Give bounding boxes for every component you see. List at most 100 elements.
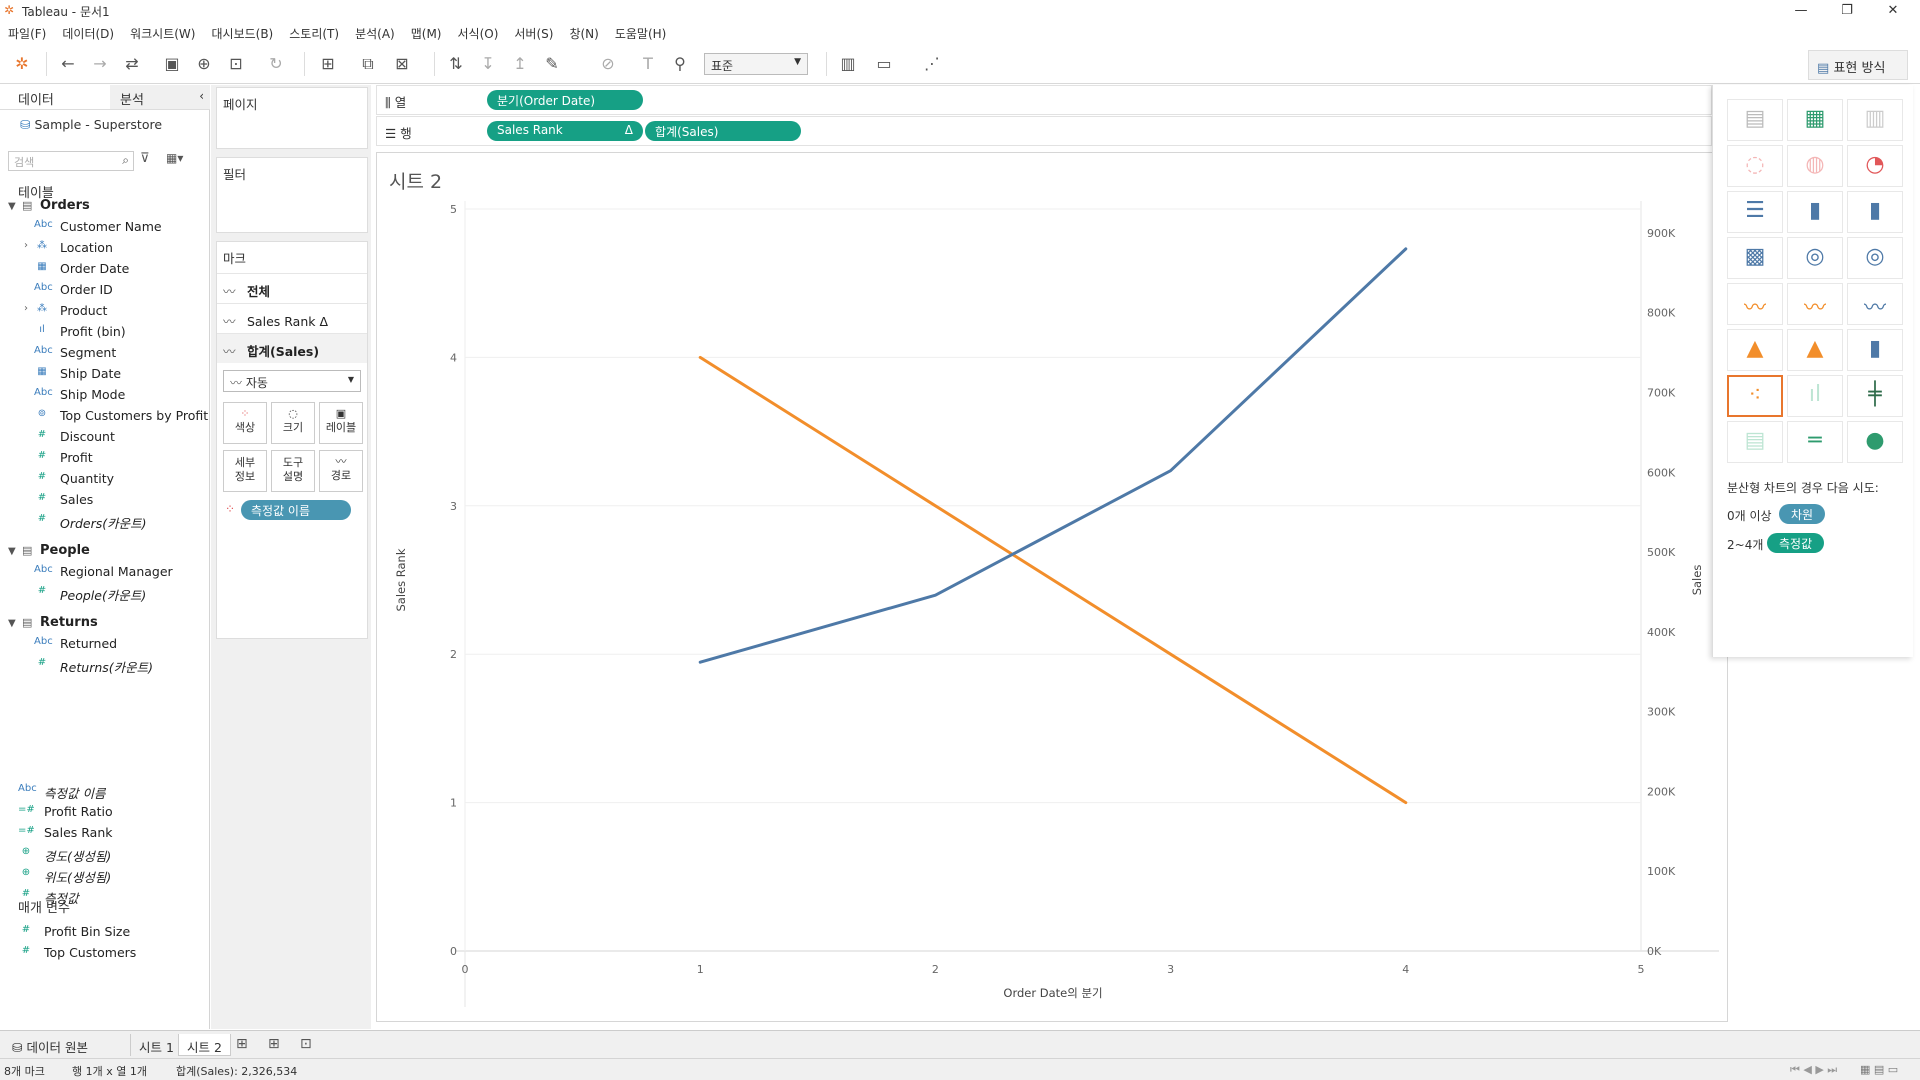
field-item[interactable]: ▦ Ship Date [34,365,204,385]
new-sheet-icon[interactable]: ⊞ [236,1036,248,1052]
field-item[interactable]: Abc Customer Name [34,218,204,238]
menu-item-0[interactable]: 파일(F) [0,22,54,42]
show-me-chart-option[interactable]: ◌ [1727,145,1783,187]
pause-updates-icon[interactable]: ⊡ [224,52,248,76]
filters-card[interactable]: 필터 [216,157,368,233]
chevron-right-icon[interactable]: › [24,240,28,251]
show-me-chart-option[interactable]: ıl [1787,375,1843,417]
field-item[interactable]: =# Profit Ratio [18,803,198,823]
path-button[interactable]: 〰 경로 [319,450,363,492]
show-me-chart-option[interactable]: ☰ [1727,191,1783,233]
field-item[interactable]: ⊚ Top Customers by Profit [34,407,208,427]
pages-card[interactable]: 페이지 [216,87,368,149]
show-me-chart-option[interactable]: ◍ [1787,145,1843,187]
field-item[interactable]: Abc Ship Mode [34,386,204,406]
tab-sheet-2[interactable]: 시트 2 [178,1034,231,1056]
quarter-order-date-pill[interactable]: 분기(Order Date) [487,90,643,110]
marks-row-sales-rank[interactable]: 〰 Sales Rank Δ [217,303,367,333]
replay-icon[interactable]: ⇄ [120,52,144,76]
field-item[interactable]: # Quantity [34,470,204,490]
close-icon[interactable]: ✕ [1870,0,1916,22]
search-input[interactable]: 검색 ⌕ [8,151,134,171]
menu-item-5[interactable]: 분석(A) [347,22,403,42]
presentation-icon[interactable]: ▭ [872,52,896,76]
duplicate-icon[interactable]: ⧉ [356,52,380,76]
new-datasource-icon[interactable]: ⊕ [192,52,216,76]
table-group-people[interactable]: ▼ ▤ People [8,543,90,558]
show-me-chart-option[interactable]: ◔ [1847,145,1903,187]
field-item[interactable]: Abc Order ID [34,281,204,301]
show-me-chart-option[interactable]: ▤ [1727,99,1783,141]
show-me-chart-option[interactable]: ╪ [1847,375,1903,417]
save-icon[interactable]: ▣ [160,52,184,76]
detail-button[interactable]: 세부 정보 [223,450,267,492]
line-chart[interactable]: 0123450K100K200K300K400K500K600K700K800K… [377,197,1727,1021]
parameter-item[interactable]: # Profit Bin Size [18,923,198,943]
marks-row-all[interactable]: 〰 전체 [217,273,367,303]
field-item[interactable]: Abc 측정값 이름 [18,782,198,802]
field-item[interactable]: ▦ Order Date [34,260,204,280]
menu-item-6[interactable]: 맵(M) [403,22,450,42]
menu-item-4[interactable]: 스토리(T) [281,22,347,42]
field-item[interactable]: ⁂ Location › [24,239,204,259]
show-cards-icon[interactable]: ▥ [836,52,860,76]
mark-type-select[interactable]: 〰 자동 ▼ [223,370,361,392]
field-item[interactable]: # Profit [34,449,204,469]
rows-shelf[interactable]: ☰ 행 Sales Rank Δ 합계(Sales) [376,116,1712,146]
show-me-chart-option[interactable]: ▮ [1787,191,1843,233]
tableau-home-icon[interactable]: ✲ [10,52,34,76]
show-me-button[interactable]: ▤ 표현 방식 [1808,50,1908,80]
show-me-chart-option[interactable]: ▥ [1847,99,1903,141]
new-worksheet-icon[interactable]: ⊞ [316,52,340,76]
tooltip-button[interactable]: 도구 설명 [271,450,315,492]
measure-names-pill[interactable]: 측정값 이름 [241,500,351,520]
table-group-orders[interactable]: ▼ ▤ Orders [8,198,90,213]
refresh-icon[interactable]: ↻ [264,52,288,76]
field-item[interactable]: Abc Returned [34,635,204,655]
field-item[interactable]: Abc Segment [34,344,204,364]
field-item[interactable]: # Returns(카운트) [34,656,204,676]
group-icon[interactable]: ⊘ [596,52,620,76]
show-me-chart-option[interactable]: ▮ [1847,191,1903,233]
field-item[interactable]: =# Sales Rank [18,824,198,844]
sales-rank-pill[interactable]: Sales Rank Δ [487,121,643,141]
field-item[interactable]: # Discount [34,428,204,448]
new-story-icon[interactable]: ⊡ [300,1036,312,1052]
tab-data[interactable]: 데이터 [8,85,108,109]
field-item[interactable]: Abc Regional Manager [34,563,204,583]
label-button[interactable]: ▣ 레이블 [319,402,363,444]
size-button[interactable]: ◌ 크기 [271,402,315,444]
show-me-chart-option[interactable]: ▩ [1727,237,1783,279]
collapse-icon[interactable]: ‹ [199,89,204,103]
show-me-chart-option[interactable]: ▮ [1847,329,1903,371]
sort-asc-icon[interactable]: ↧ [476,52,500,76]
field-item[interactable]: ıl Profit (bin) [34,323,204,343]
show-me-chart-option[interactable]: ● [1847,421,1903,463]
field-item[interactable]: ⊕ 경도(생성됨) [18,845,198,865]
datasource-item[interactable]: ⛁ Sample - Superstore [20,117,162,132]
highlight-icon[interactable]: ✎ [540,52,564,76]
show-me-chart-option[interactable]: 〰 [1847,283,1903,325]
menu-item-2[interactable]: 워크시트(W) [122,22,203,42]
field-item[interactable]: # 측정값 [18,887,198,907]
filter-icon[interactable]: ⊽ [140,151,150,166]
field-item[interactable]: # Orders(카운트) [34,512,204,532]
show-me-chart-option[interactable]: ◎ [1847,237,1903,279]
menu-item-7[interactable]: 서식(O) [450,22,507,42]
show-me-chart-option[interactable]: ▦ [1787,99,1843,141]
show-me-chart-option[interactable]: 〰 [1787,283,1843,325]
marks-row-sum-sales[interactable]: 〰 합계(Sales) [217,333,367,363]
table-group-returns[interactable]: ▼ ▤ Returns [8,615,98,630]
sum-sales-pill[interactable]: 합계(Sales) [645,121,801,141]
new-dashboard-icon[interactable]: ⊞ [268,1036,280,1052]
fit-select[interactable]: 표준 ▼ [704,53,808,75]
menu-item-1[interactable]: 데이터(D) [54,22,122,42]
tab-sheet-1[interactable]: 시트 1 [130,1034,182,1056]
redo-icon[interactable]: → [88,52,112,76]
field-item[interactable]: ⁂ Product › [24,302,204,322]
columns-shelf[interactable]: ⫼ 열 분기(Order Date) [376,85,1712,115]
chevron-right-icon[interactable]: › [24,303,28,314]
field-item[interactable]: # People(카운트) [34,584,204,604]
menu-item-8[interactable]: 서버(S) [506,22,561,42]
labels-icon[interactable]: T [636,52,660,76]
